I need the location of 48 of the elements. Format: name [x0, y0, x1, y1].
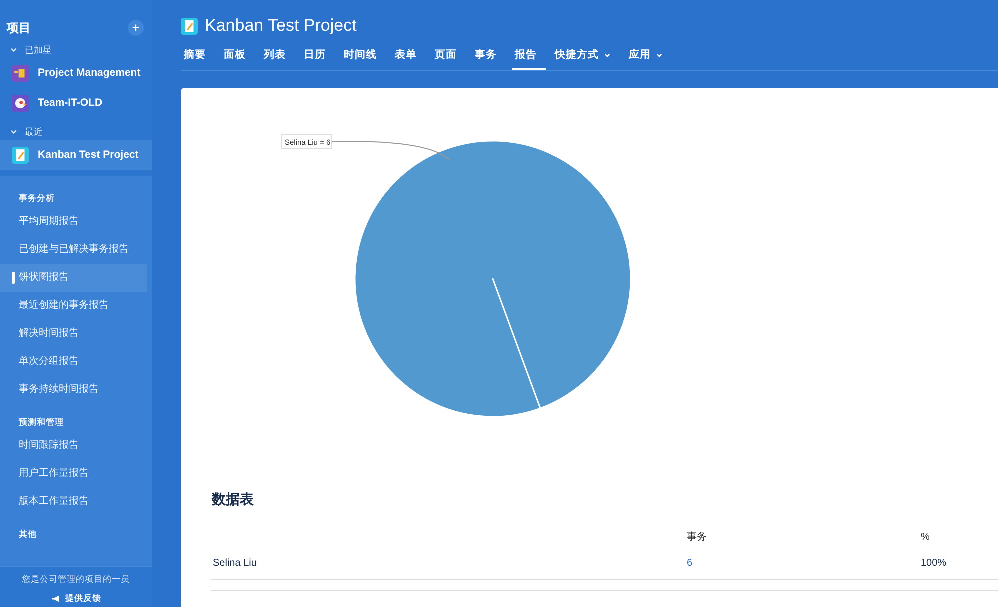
nav-tab[interactable]: 页面 — [432, 44, 466, 70]
count-link[interactable]: 6 — [685, 552, 919, 580]
chevron-icon[interactable] — [10, 46, 18, 54]
table-cell: 100% — [919, 552, 998, 580]
nav-tab[interactable]: 事务 — [472, 44, 506, 70]
nav-tab[interactable]: 时间线 — [341, 44, 386, 70]
section-heading: 预测和管理 — [18, 416, 65, 429]
report-link[interactable]: 饼状图报告 — [0, 264, 147, 292]
notepad-icon — [12, 146, 29, 164]
add-button[interactable] — [128, 20, 144, 36]
report-link[interactable]: 解决时间报告 — [0, 320, 147, 348]
nav-tab[interactable]: 应用 — [626, 44, 672, 70]
plus-icon — [132, 24, 140, 32]
table-title: 数据表 — [210, 490, 255, 509]
nav-tab[interactable]: 表单 — [392, 44, 426, 70]
nav-tab[interactable]: 报告 — [512, 44, 546, 70]
chevron-icon[interactable] — [10, 128, 18, 136]
group-label: 已加星 — [25, 44, 52, 56]
report-link[interactable]: 用户工作量报告 — [0, 460, 147, 488]
report-link[interactable]: 平均周期报告 — [0, 208, 147, 236]
project-title: Kanban Test Project — [205, 16, 357, 36]
nav-tab[interactable]: 面板 — [221, 44, 255, 70]
table-cell: Selina Liu — [211, 552, 685, 580]
section-heading: 其他 — [18, 528, 38, 541]
project-item[interactable]: Team-IT-OLD — [0, 88, 152, 118]
report-link[interactable]: 单次分组报告 — [0, 348, 147, 376]
nav-tab[interactable]: 日历 — [301, 44, 335, 70]
report-link[interactable]: 事务持续时间报告 — [0, 376, 147, 404]
project-item[interactable]: Project Management — [0, 58, 152, 88]
report-link[interactable]: 时间跟踪报告 — [0, 432, 147, 460]
project-item[interactable]: Kanban Test Project — [0, 140, 152, 170]
sidebar-title: 项目 — [7, 20, 31, 36]
puzzle-icon — [12, 64, 29, 82]
report-link[interactable]: 版本工作量报告 — [0, 488, 147, 516]
bird-icon — [12, 94, 29, 112]
group-label: 最近 — [25, 126, 43, 138]
report-link[interactable]: 最近创建的事务报告 — [0, 292, 147, 320]
membership-note: 您是公司管理的项目的一员 — [22, 574, 130, 586]
megaphone-icon — [50, 595, 60, 603]
feedback-button[interactable]: 提供反馈 — [50, 593, 102, 605]
column-header: % — [920, 530, 931, 544]
report-link[interactable]: 已创建与已解决事务报告 — [0, 236, 147, 264]
nav-tab[interactable]: 列表 — [261, 44, 295, 70]
column-header: 事务 — [686, 530, 708, 545]
nav-tab[interactable]: 摘要 — [181, 44, 215, 70]
notepad-icon — [181, 18, 198, 34]
nav-tab[interactable]: 快捷方式 — [552, 44, 620, 70]
section-heading: 事务分析 — [18, 192, 56, 205]
